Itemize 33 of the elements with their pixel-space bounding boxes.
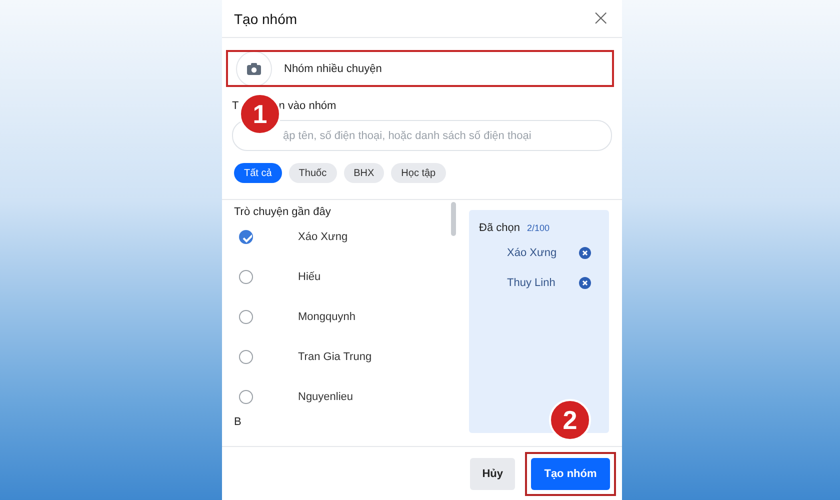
filter-tab[interactable]: Tất cả: [234, 163, 282, 183]
contact-name[interactable]: Hiếu: [298, 271, 321, 283]
contact-checkbox[interactable]: [239, 310, 253, 324]
contact-name[interactable]: Nguyenlieu: [298, 391, 354, 403]
contact-name[interactable]: Xáo Xưng: [298, 231, 348, 243]
close-button[interactable]: ×: [592, 8, 610, 28]
selected-name: Thuy Linh: [507, 277, 556, 289]
contact-checkbox[interactable]: [239, 390, 253, 404]
filter-tab[interactable]: BHX: [344, 163, 384, 183]
contact-checkbox[interactable]: [239, 230, 253, 244]
close-icon: [579, 277, 591, 289]
panel-title: Đã chọn: [479, 222, 520, 234]
cancel-button[interactable]: Hủy: [470, 458, 515, 490]
avatar-upload-button[interactable]: [236, 50, 272, 86]
camera-icon: [246, 60, 262, 76]
selected-count: 2/100: [526, 223, 550, 233]
section-letter: B: [233, 416, 242, 428]
remove-button[interactable]: [579, 277, 591, 289]
section-heading: Trò chuyện gần đây: [233, 206, 332, 220]
contact-name[interactable]: Mongquynh: [298, 311, 356, 323]
filter-tab[interactable]: Thuốc: [288, 163, 337, 183]
scrollbar[interactable]: [451, 202, 456, 236]
contact-name[interactable]: Tran Gia Trung: [298, 351, 372, 363]
step-badge: 1: [239, 93, 281, 135]
remove-button[interactable]: [579, 247, 591, 259]
contact-checkbox[interactable]: [239, 270, 253, 284]
create-group-button[interactable]: Tạo nhóm: [531, 458, 610, 490]
contact-checkbox[interactable]: [239, 350, 253, 364]
filter-tab[interactable]: Học tập: [391, 163, 446, 183]
label-text: T: [232, 100, 239, 114]
selected-name: Xáo Xưng: [507, 247, 557, 259]
dialog-title: Tạo nhóm: [234, 10, 298, 26]
close-icon: [579, 247, 591, 259]
